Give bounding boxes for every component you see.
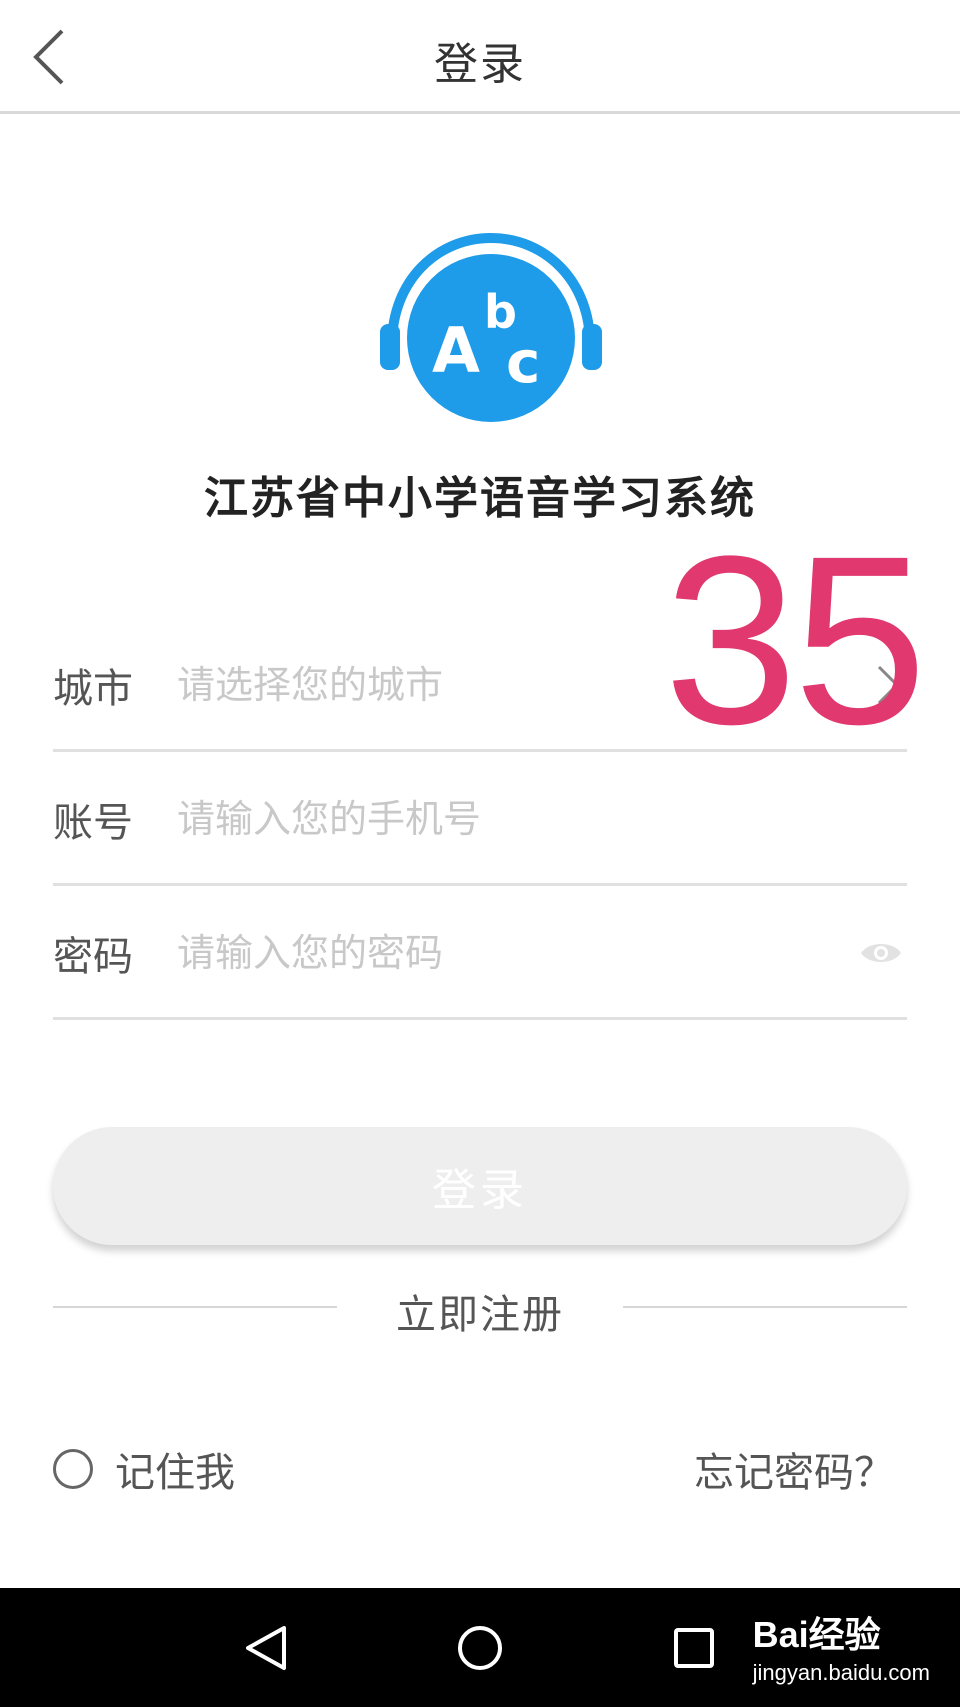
top-bar: 登录 [0, 0, 960, 114]
nav-back-icon [246, 1625, 286, 1670]
city-label: 城市 [53, 665, 133, 712]
remember-me[interactable]: 记住我 [53, 1440, 235, 1498]
baidu-brand: Bai经验 [752, 1614, 881, 1655]
account-label: 账号 [53, 799, 133, 846]
nav-back-button[interactable] [206, 1588, 326, 1707]
nav-home-button[interactable] [420, 1588, 540, 1707]
nav-recents-button[interactable] [634, 1588, 754, 1707]
city-input[interactable] [177, 654, 737, 715]
password-input[interactable] [177, 922, 737, 983]
nav-recents-icon [674, 1627, 714, 1668]
login-button[interactable]: 登录 [53, 1127, 907, 1245]
page-title: 登录 [434, 39, 526, 90]
remember-radio[interactable] [53, 1449, 93, 1489]
password-label: 密码 [53, 933, 133, 980]
baidu-watermark: Bai经验 jingyan.baidu.com [753, 1606, 930, 1686]
svg-text:c: c [506, 328, 540, 396]
remember-label: 记住我 [115, 1450, 235, 1496]
phone-input[interactable] [177, 788, 737, 849]
svg-text:A: A [432, 314, 480, 387]
eye-icon[interactable] [859, 938, 903, 968]
baidu-url: jingyan.baidu.com [752, 1660, 930, 1685]
forgot-password-link[interactable]: 忘记密码？ [694, 1440, 894, 1498]
system-nav-bar: Bai经验 jingyan.baidu.com [0, 1588, 960, 1707]
watermark-number: 35 [664, 506, 927, 774]
password-row[interactable]: 密码 [53, 888, 907, 1020]
register-link-wrap: 立即注册 [0, 1282, 960, 1340]
nav-home-icon [458, 1625, 502, 1670]
app-logo: A b c [380, 232, 602, 422]
register-link[interactable]: 立即注册 [396, 1292, 564, 1338]
